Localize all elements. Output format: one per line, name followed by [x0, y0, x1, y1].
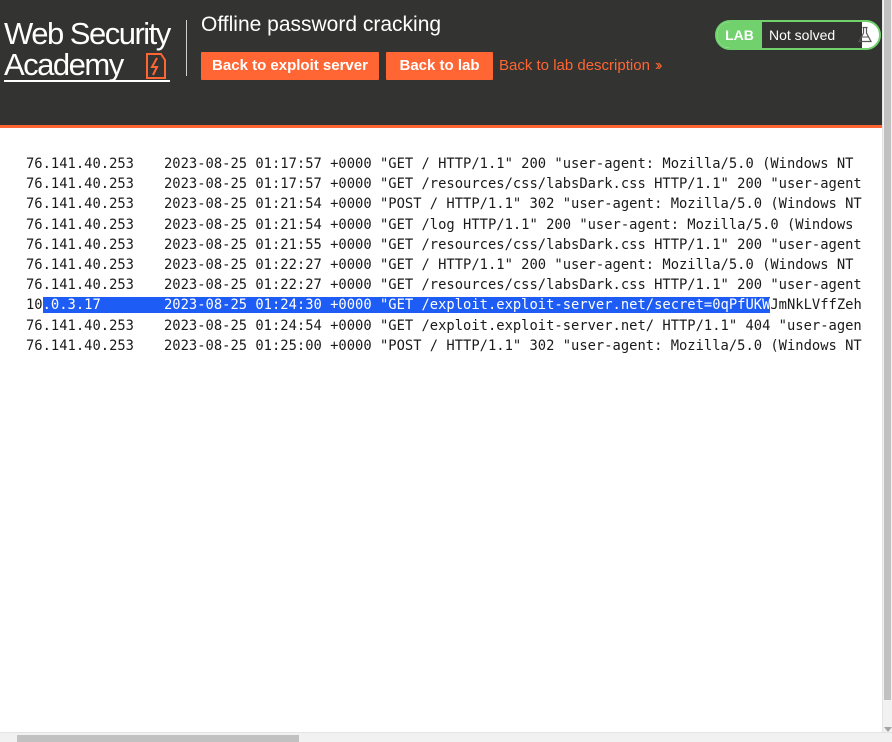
- lab-header: Web Security Academy Offline password cr…: [0, 0, 882, 128]
- log-line: 76.141.40.253 2023-08-25 01:22:27 +0000 "…: [0, 275, 882, 295]
- log-entry: 2023-08-25 01:21:55 +0000 "GET /resource…: [164, 236, 862, 253]
- log-ip: 76.141.40.253: [26, 216, 134, 233]
- log-line: 76.141.40.253 2023-08-25 01:25:00 +0000 "…: [0, 336, 882, 356]
- log-ip: 76.141.40.253: [26, 256, 134, 273]
- log-ip-unselected: 10: [26, 297, 43, 314]
- access-log: 76.141.40.253 2023-08-25 01:17:57 +0000 "…: [0, 154, 882, 734]
- web-security-academy-logo[interactable]: Web Security Academy: [4, 16, 186, 82]
- log-entry: 2023-08-25 01:25:00 +0000 "POST / HTTP/1…: [164, 337, 862, 354]
- log-line: 76.141.40.253 2023-08-25 01:17:57 +0000 "…: [0, 154, 882, 174]
- log-ip: 76.141.40.253: [26, 156, 134, 172]
- log-ip: 76.141.40.253: [26, 236, 134, 253]
- vertical-scrollbar[interactable]: [882, 0, 892, 734]
- logo-text-line2: Academy: [4, 47, 124, 82]
- log-ip: 10.0.3.17: [26, 295, 176, 315]
- log-line: 76.141.40.253 2023-08-25 01:24:54 +0000 "…: [0, 316, 882, 336]
- log-entry: 2023-08-25 01:17:57 +0000 "GET /resource…: [164, 176, 862, 193]
- double-chevron-right-icon: ››: [654, 57, 662, 74]
- back-to-lab-button[interactable]: Back to lab: [386, 52, 493, 80]
- vertical-scrollbar-thumb[interactable]: [884, 0, 891, 700]
- log-ip: 76.141.40.253: [26, 176, 134, 193]
- description-link-label: Back to lab description: [499, 57, 650, 74]
- log-entry: 2023-08-25 01:21:54 +0000 "POST / HTTP/1…: [164, 196, 862, 213]
- log-ip-selection: .0.3.17: [42, 297, 101, 314]
- log-line: 76.141.40.253 2023-08-25 01:17:57 +0000 "…: [0, 174, 882, 194]
- log-line: 76.141.40.253 2023-08-25 01:21:54 +0000 "…: [0, 194, 882, 214]
- logo-text-line1: Web Security: [4, 16, 171, 51]
- horizontal-scrollbar[interactable]: [0, 732, 892, 742]
- log-entry-unselected: JmNkLVffZeh: [770, 297, 862, 314]
- log-entry: 2023-08-25 01:24:54 +0000 "GET /exploit.…: [164, 317, 862, 334]
- lightning-bolt-icon: [146, 53, 166, 79]
- header-divider: [186, 20, 187, 76]
- log-ip: 76.141.40.253: [26, 337, 134, 354]
- lab-status-widget: LAB Not solved: [715, 20, 881, 50]
- lab-badge: LAB: [717, 22, 762, 48]
- horizontal-scrollbar-thumb[interactable]: [17, 735, 299, 742]
- back-to-exploit-server-button[interactable]: Back to exploit server: [201, 52, 379, 80]
- logo-underline: [4, 80, 170, 82]
- back-to-lab-description-link[interactable]: Back to lab description ››: [499, 57, 662, 75]
- log-line-selected: 10.0.3.17 2023-08-25 01:24:30 +0000 "GET…: [0, 295, 882, 315]
- log-ip: 76.141.40.253: [26, 277, 134, 294]
- log-ip: 76.141.40.253: [26, 196, 134, 213]
- log-line: 76.141.40.253 2023-08-25 01:22:27 +0000 "…: [0, 255, 882, 275]
- log-entry: 2023-08-25 01:22:27 +0000 "GET /resource…: [164, 277, 862, 294]
- log-ip: 76.141.40.253: [26, 317, 134, 334]
- log-line: 76.141.40.253 2023-08-25 01:21:55 +0000 "…: [0, 235, 882, 255]
- log-entry: 2023-08-25 01:22:27 +0000 "GET / HTTP/1.…: [164, 256, 854, 273]
- log-entry: 2023-08-25 01:17:57 +0000 "GET / HTTP/1.…: [164, 156, 854, 172]
- log-entry: 2023-08-25 01:21:54 +0000 "GET /log HTTP…: [164, 216, 854, 233]
- lab-title: Offline password cracking: [201, 13, 442, 36]
- log-line: 76.141.40.253 2023-08-25 01:21:54 +0000 "…: [0, 215, 882, 235]
- flask-icon: [858, 26, 872, 43]
- lab-status-text: Not solved: [762, 22, 862, 48]
- log-entry-selection: 2023-08-25 01:24:30 +0000 "GET /exploit.…: [164, 297, 771, 314]
